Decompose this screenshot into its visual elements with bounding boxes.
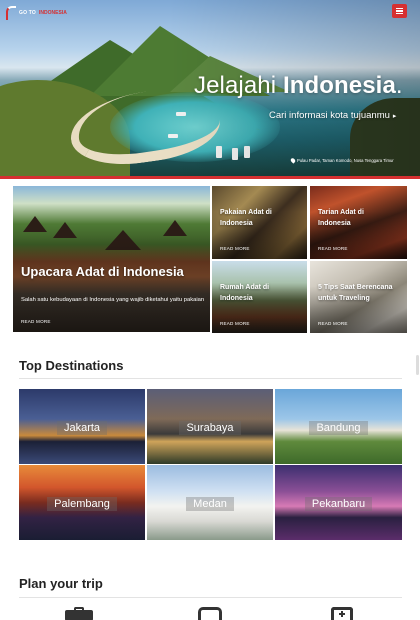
destination-card-jakarta[interactable]: Jakarta <box>19 389 145 464</box>
destination-label: Medan <box>147 494 273 512</box>
destination-card-medan[interactable]: Medan <box>147 465 273 540</box>
logo-text-goto: GO TO <box>19 10 37 16</box>
article-overlay <box>310 261 407 333</box>
arrow-right-icon: ▸ <box>392 112 397 120</box>
article-card[interactable] <box>212 261 307 333</box>
destination-label: Bandung <box>275 418 402 436</box>
destination-label: Surabaya <box>147 418 273 436</box>
hero-subtitle-text: Cari informasi kota tujuanmu <box>269 110 390 121</box>
destination-name: Medan <box>186 496 234 511</box>
menu-line <box>396 13 403 15</box>
destination-label: Palembang <box>19 494 145 512</box>
article-card[interactable] <box>310 261 407 333</box>
destination-name: Bandung <box>309 420 368 435</box>
hero-location-text: Pulau Padar, Taman Komodo, Nusa Tenggara… <box>297 158 394 163</box>
destination-name: Jakarta <box>56 420 108 435</box>
article-overlay <box>212 261 307 333</box>
hospital-cross <box>339 611 345 617</box>
top-destinations-heading: Top Destinations <box>19 358 124 373</box>
article-overlay <box>310 186 407 259</box>
scrollbar-thumb[interactable] <box>416 355 419 375</box>
hero-title-light: Jelajahi <box>194 72 277 99</box>
menu-line <box>396 7 403 9</box>
plan-trip-heading: Plan your trip <box>19 576 103 591</box>
destination-card-pekanbaru[interactable]: Pekanbaru <box>275 465 402 540</box>
suitcase-body <box>65 610 93 620</box>
destination-name: Pekanbaru <box>304 496 373 511</box>
destination-card-bandung[interactable]: Bandung <box>275 389 402 464</box>
hero-subtitle-link[interactable]: Cari informasi kota tujuanmu ▸ <box>269 110 396 121</box>
hero-title-bold: Indonesia <box>282 72 396 99</box>
article-overlay <box>212 186 307 259</box>
hero-title-dot: . <box>395 72 403 99</box>
section-divider <box>19 378 402 379</box>
destination-name: Palembang <box>47 496 117 511</box>
article-card-main[interactable] <box>13 186 210 332</box>
article-card[interactable] <box>212 186 307 259</box>
location-pin-icon <box>289 157 297 164</box>
destination-label: Pekanbaru <box>275 494 402 512</box>
hospital-icon[interactable] <box>330 607 360 620</box>
suitcase-icon[interactable] <box>64 607 94 620</box>
logo-text-indonesia: INDONESIA <box>39 10 67 16</box>
hamburger-menu-button[interactable] <box>392 4 407 18</box>
hero-location: Pulau Padar, Taman Komodo, Nusa Tenggara… <box>289 157 394 164</box>
menu-line <box>396 10 403 12</box>
hero-title: Jelajahi Indonesia. <box>194 72 403 100</box>
site-logo[interactable]: GO TO INDONESIA <box>6 6 67 20</box>
hero-divider <box>0 176 420 179</box>
bus-body <box>198 607 222 620</box>
hero-banner: GO TO INDONESIA Jelajahi Indonesia. Cari… <box>0 0 420 178</box>
destination-name: Surabaya <box>179 420 241 435</box>
section-divider <box>19 597 402 598</box>
article-card[interactable] <box>310 186 407 259</box>
destination-card-surabaya[interactable]: Surabaya <box>147 389 273 464</box>
destination-label: Jakarta <box>19 418 145 436</box>
article-overlay <box>13 186 210 332</box>
logo-mark-icon <box>6 6 16 20</box>
destination-card-palembang[interactable]: Palembang <box>19 465 145 540</box>
bus-icon[interactable] <box>196 607 226 620</box>
